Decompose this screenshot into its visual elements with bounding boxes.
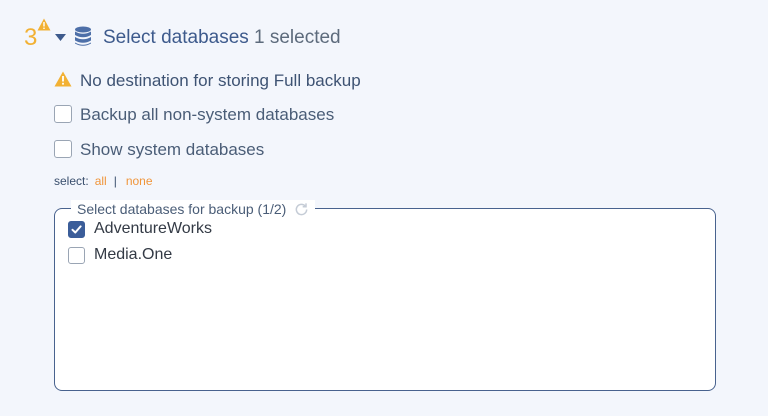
database-list-legend: Select databases for backup (1/2) <box>71 200 316 218</box>
database-label[interactable]: Media.One <box>94 246 172 264</box>
select-separator: | <box>113 174 117 188</box>
checkmark-icon <box>71 225 82 234</box>
warning-icon <box>54 71 72 87</box>
backup-all-option[interactable]: Backup all non-system databases <box>54 104 454 126</box>
legend-text: Select databases for backup (1/2) <box>77 201 287 217</box>
select-none-link[interactable]: none <box>126 174 153 188</box>
select-all-link[interactable]: all <box>95 174 107 188</box>
step-header: 3 Select databases 1 selected <box>22 18 422 58</box>
show-system-label[interactable]: Show system databases <box>80 140 264 160</box>
step-title: Select databases <box>103 27 249 48</box>
backup-all-label[interactable]: Backup all non-system databases <box>80 105 334 125</box>
database-list-box: Select databases for backup (1/2) Advent… <box>54 200 716 391</box>
show-system-checkbox[interactable] <box>54 140 72 158</box>
database-checkbox-checked[interactable] <box>68 221 85 238</box>
backup-all-checkbox[interactable] <box>54 105 72 123</box>
warning-icon <box>37 18 51 31</box>
database-item-media-one[interactable]: Media.One <box>68 246 468 267</box>
refresh-icon[interactable] <box>294 202 309 217</box>
show-system-option[interactable]: Show system databases <box>54 139 454 161</box>
select-shortcuts: select: all | none <box>54 174 157 188</box>
caret-down-icon[interactable] <box>55 34 66 41</box>
warning-text: No destination for storing Full backup <box>80 71 361 90</box>
step-number: 3 <box>24 24 38 51</box>
database-checkbox[interactable] <box>68 247 85 264</box>
database-item-adventureworks[interactable]: AdventureWorks <box>68 220 468 241</box>
backup-destination-warning: No destination for storing Full backup <box>54 70 554 92</box>
selected-count: 1 selected <box>254 27 341 48</box>
select-prefix: select: <box>54 174 89 188</box>
database-icon <box>75 26 91 46</box>
database-label[interactable]: AdventureWorks <box>94 220 212 238</box>
